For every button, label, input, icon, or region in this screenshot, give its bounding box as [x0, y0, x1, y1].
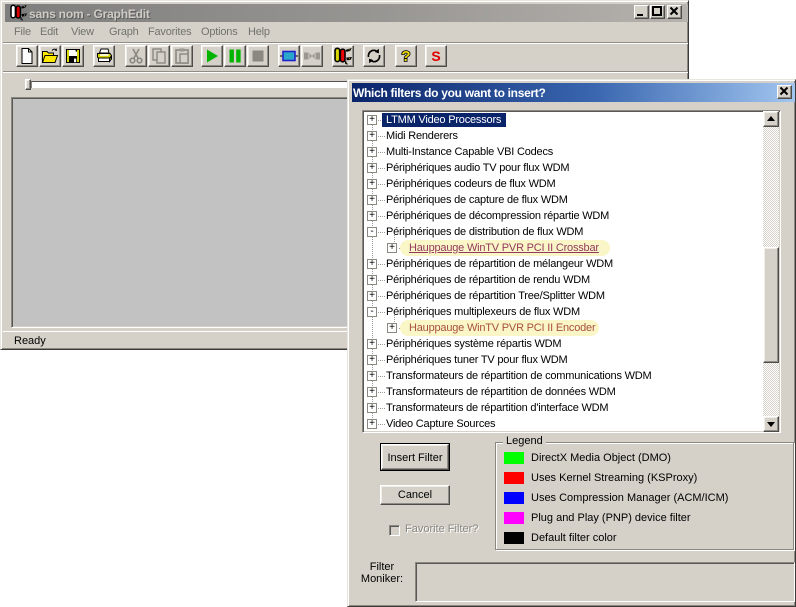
svg-text:?: ?	[401, 48, 410, 65]
